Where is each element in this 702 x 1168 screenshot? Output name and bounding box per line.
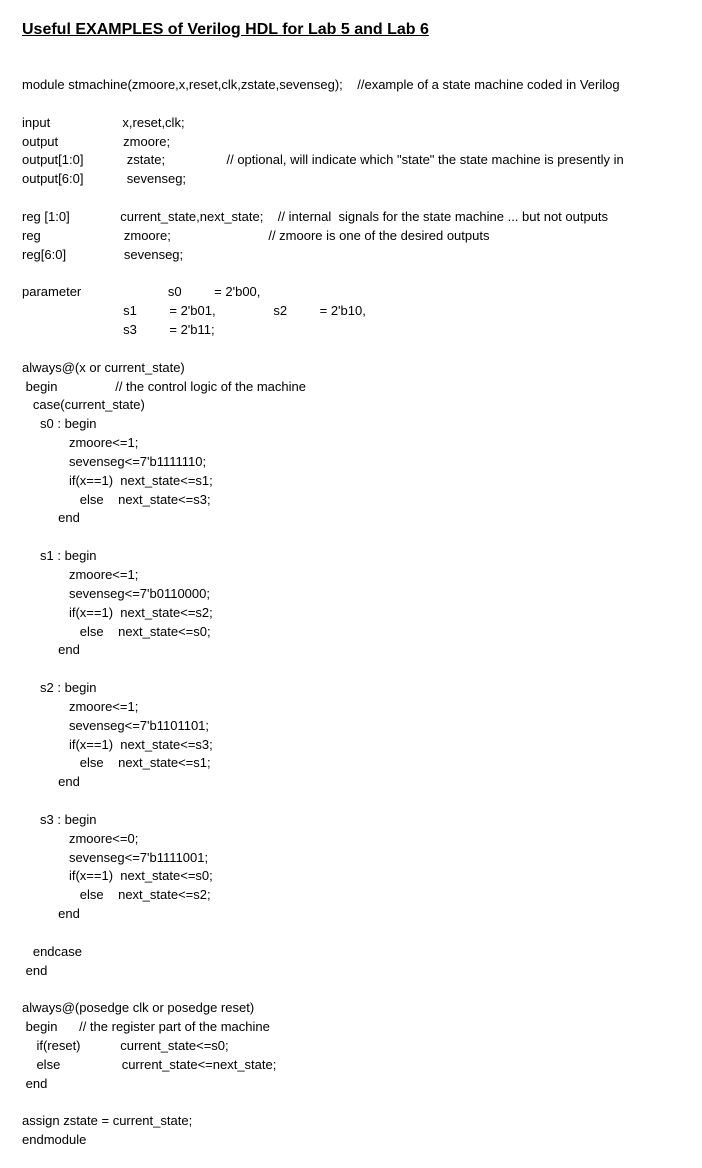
code-line: end [22,963,47,978]
code-line: end [22,774,80,789]
code-line: output[6:0] sevenseg; [22,171,186,186]
code-line: assign zstate = current_state; [22,1113,192,1128]
code-line: s3 : begin [22,812,96,827]
code-line: if(x==1) next_state<=s3; [22,737,213,752]
code-line: else next_state<=s0; [22,624,211,639]
code-line: module stmachine(zmoore,x,reset,clk,zsta… [22,77,620,92]
code-line: s1 = 2'b01, s2 = 2'b10, [22,303,366,318]
code-line: sevenseg<=7'b1111001; [22,850,208,865]
code-line: zmoore<=1; [22,435,138,450]
code-line: sevenseg<=7'b1111110; [22,454,206,469]
code-line: end [22,1076,47,1091]
code-line: case(current_state) [22,397,145,412]
code-line: always@(x or current_state) [22,360,185,375]
code-line: else next_state<=s1; [22,755,211,770]
code-line: output zmoore; [22,134,170,149]
code-line: if(x==1) next_state<=s2; [22,605,213,620]
code-line: sevenseg<=7'b1101101; [22,718,209,733]
code-line: output[1:0] zstate; // optional, will in… [22,152,624,167]
code-line: input x,reset,clk; [22,115,185,130]
code-line: end [22,642,80,657]
code-line: zmoore<=0; [22,831,138,846]
verilog-code-block: module stmachine(zmoore,x,reset,clk,zsta… [22,57,680,1150]
code-line: endmodule [22,1132,86,1147]
code-line: end [22,510,80,525]
code-line: zmoore<=1; [22,567,138,582]
code-line: begin // the control logic of the machin… [22,379,306,394]
code-line: zmoore<=1; [22,699,138,714]
code-line: sevenseg<=7'b0110000; [22,586,210,601]
code-line: if(x==1) next_state<=s1; [22,473,213,488]
code-line: s3 = 2'b11; [22,322,215,337]
code-line: else next_state<=s2; [22,887,211,902]
code-line: parameter s0 = 2'b00, [22,284,260,299]
code-line: s1 : begin [22,548,96,563]
code-line: s0 : begin [22,416,96,431]
code-line: if(reset) current_state<=s0; [22,1038,229,1053]
code-line: reg [1:0] current_state,next_state; // i… [22,209,608,224]
code-line: end [22,906,80,921]
code-line: if(x==1) next_state<=s0; [22,868,213,883]
code-line: reg zmoore; // zmoore is one of the desi… [22,228,489,243]
code-line: reg[6:0] sevenseg; [22,247,183,262]
code-line: begin // the register part of the machin… [22,1019,270,1034]
code-line: always@(posedge clk or posedge reset) [22,1000,254,1015]
code-line: s2 : begin [22,680,96,695]
page-title: Useful EXAMPLES of Verilog HDL for Lab 5… [22,18,680,41]
code-line: else next_state<=s3; [22,492,211,507]
code-line: else current_state<=next_state; [22,1057,276,1072]
code-line: endcase [22,944,82,959]
